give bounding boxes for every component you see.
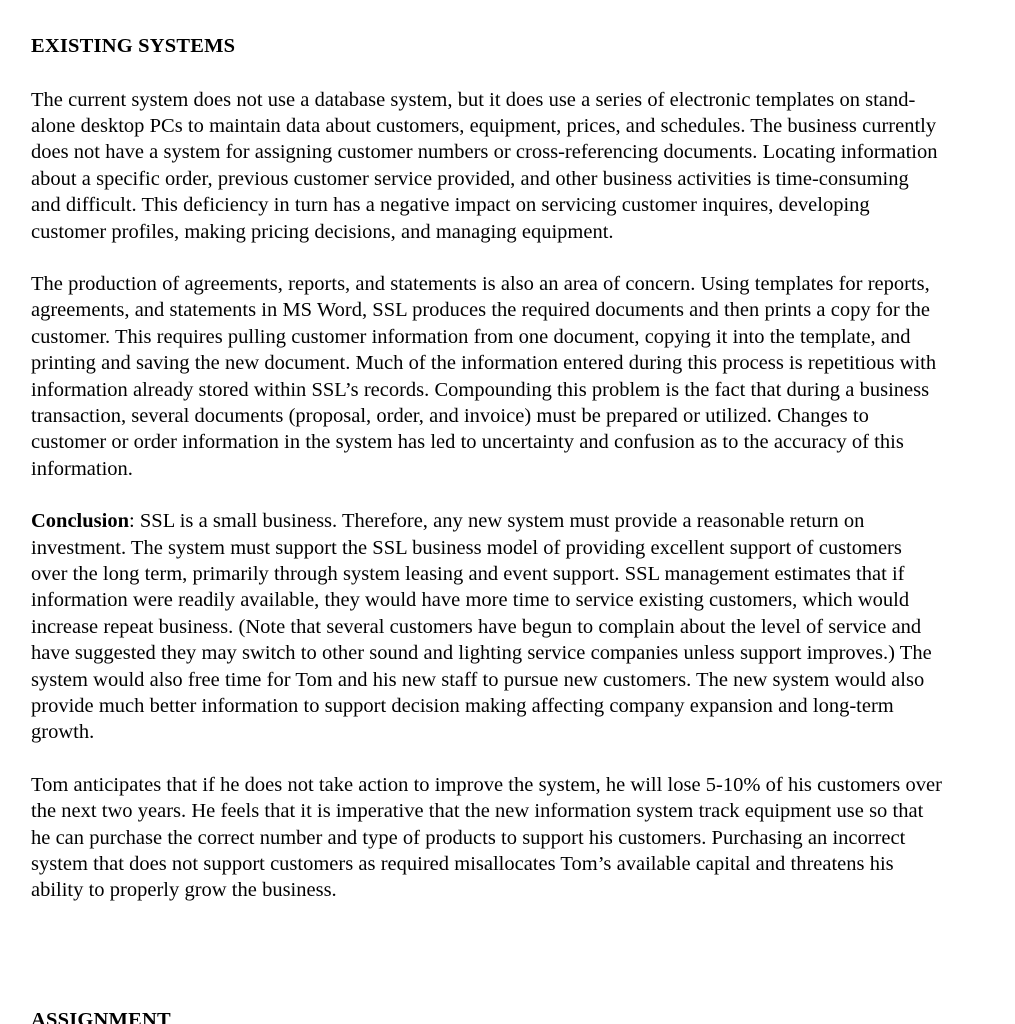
conclusion-label: Conclusion — [31, 510, 129, 533]
section-heading-assignment: ASSIGNMENT — [31, 1012, 171, 1024]
section-heading-existing-systems: EXISTING SYSTEMS — [31, 35, 236, 57]
document-page: EXISTING SYSTEMS The current system does… — [0, 0, 1015, 1024]
next-section-clipped-region: ASSIGNMENT — [31, 1012, 943, 1024]
heading-spacer — [31, 60, 943, 87]
conclusion-separator: : — [128, 510, 140, 533]
paragraph-document-production: The production of agreements, reports, a… — [31, 272, 937, 480]
paragraph-tom-anticipates: Tom anticipates that if he does not take… — [31, 773, 942, 902]
document-body: EXISTING SYSTEMS The current system does… — [31, 33, 943, 904]
paragraph-current-system: The current system does not use a databa… — [31, 88, 938, 243]
conclusion-text: SSL is a small business. Therefore, any … — [31, 510, 932, 744]
paragraph-conclusion: Conclusion: SSL is a small business. The… — [31, 508, 943, 746]
